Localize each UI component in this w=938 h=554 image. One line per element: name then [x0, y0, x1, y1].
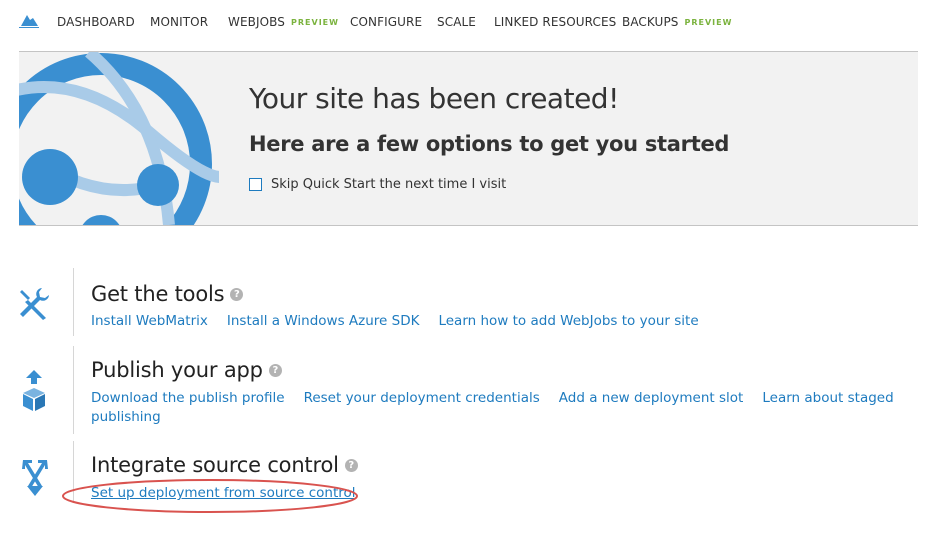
learn-staged-publishing-link[interactable]: Learn about staged: [762, 390, 893, 406]
preview-badge: PREVIEW: [684, 18, 733, 27]
learn-staged-publishing-link-cont[interactable]: publishing: [91, 409, 161, 425]
nav-dashboard[interactable]: DASHBOARD: [57, 15, 135, 29]
reset-credentials-link[interactable]: Reset your deployment credentials: [304, 390, 540, 406]
azure-cloud-icon[interactable]: [18, 12, 40, 30]
section-links: Install WebMatrix Install a Windows Azure…: [91, 312, 718, 331]
install-webmatrix-link[interactable]: Install WebMatrix: [91, 313, 208, 329]
banner-subtitle: Here are a few options to get you starte…: [249, 132, 730, 156]
section-title-text: Get the tools: [91, 282, 225, 306]
quickstart-banner: Your site has been created! Here are a f…: [19, 51, 918, 226]
help-icon[interactable]: ?: [268, 363, 282, 377]
merge-arrows-icon: [22, 460, 48, 496]
install-azure-sdk-link[interactable]: Install a Windows Azure SDK: [227, 313, 420, 329]
section-divider: [73, 268, 74, 336]
nav-dashboard-label: DASHBOARD: [57, 15, 135, 29]
skip-quickstart-row: Skip Quick Start the next time I visit: [249, 177, 506, 192]
upload-box-icon: [23, 370, 45, 411]
help-icon[interactable]: ?: [344, 458, 358, 472]
section-title-text: Integrate source control: [91, 453, 339, 477]
nav-webjobs[interactable]: WEBJOBS PREVIEW: [228, 15, 339, 29]
section-title: Integrate source control?: [91, 453, 358, 477]
nav-monitor-label: MONITOR: [150, 15, 209, 29]
section-links: Set up deployment from source control: [91, 484, 375, 503]
nav-configure-label: CONFIGURE: [350, 15, 423, 29]
nav-backups-label: BACKUPS: [622, 15, 679, 29]
download-publish-profile-link[interactable]: Download the publish profile: [91, 390, 285, 406]
section-divider: [73, 346, 74, 434]
section-divider: [73, 441, 74, 503]
learn-webjobs-link[interactable]: Learn how to add WebJobs to your site: [438, 313, 698, 329]
skip-quickstart-label[interactable]: Skip Quick Start the next time I visit: [271, 177, 506, 192]
nav-linked-resources-label: LINKED RESOURCES: [494, 15, 617, 29]
skip-quickstart-checkbox[interactable]: [249, 178, 262, 191]
section-links: Download the publish profile Reset your d…: [91, 389, 894, 427]
nav-configure[interactable]: CONFIGURE: [350, 15, 422, 29]
wrench-screwdriver-icon: [20, 288, 49, 320]
nav-linked-resources[interactable]: LINKED RESOURCES: [494, 15, 616, 29]
help-icon[interactable]: ?: [230, 287, 244, 301]
nav-scale-label: SCALE: [437, 15, 476, 29]
banner-title: Your site has been created!: [249, 82, 619, 115]
section-title: Get the tools?: [91, 282, 244, 306]
section-title-text: Publish your app: [91, 358, 263, 382]
add-deployment-slot-link[interactable]: Add a new deployment slot: [559, 390, 744, 406]
nav-backups[interactable]: BACKUPS PREVIEW: [622, 15, 732, 29]
globe-network-icon: [19, 52, 219, 225]
section-title: Publish your app?: [91, 358, 282, 382]
nav-webjobs-label: WEBJOBS: [228, 15, 286, 29]
nav-monitor[interactable]: MONITOR: [150, 15, 208, 29]
preview-badge: PREVIEW: [291, 18, 339, 27]
top-nav: DASHBOARD MONITOR WEBJOBS PREVIEW CONFIGU…: [0, 0, 938, 44]
setup-source-control-link[interactable]: Set up deployment from source control: [91, 485, 356, 501]
nav-scale[interactable]: SCALE: [437, 15, 476, 29]
